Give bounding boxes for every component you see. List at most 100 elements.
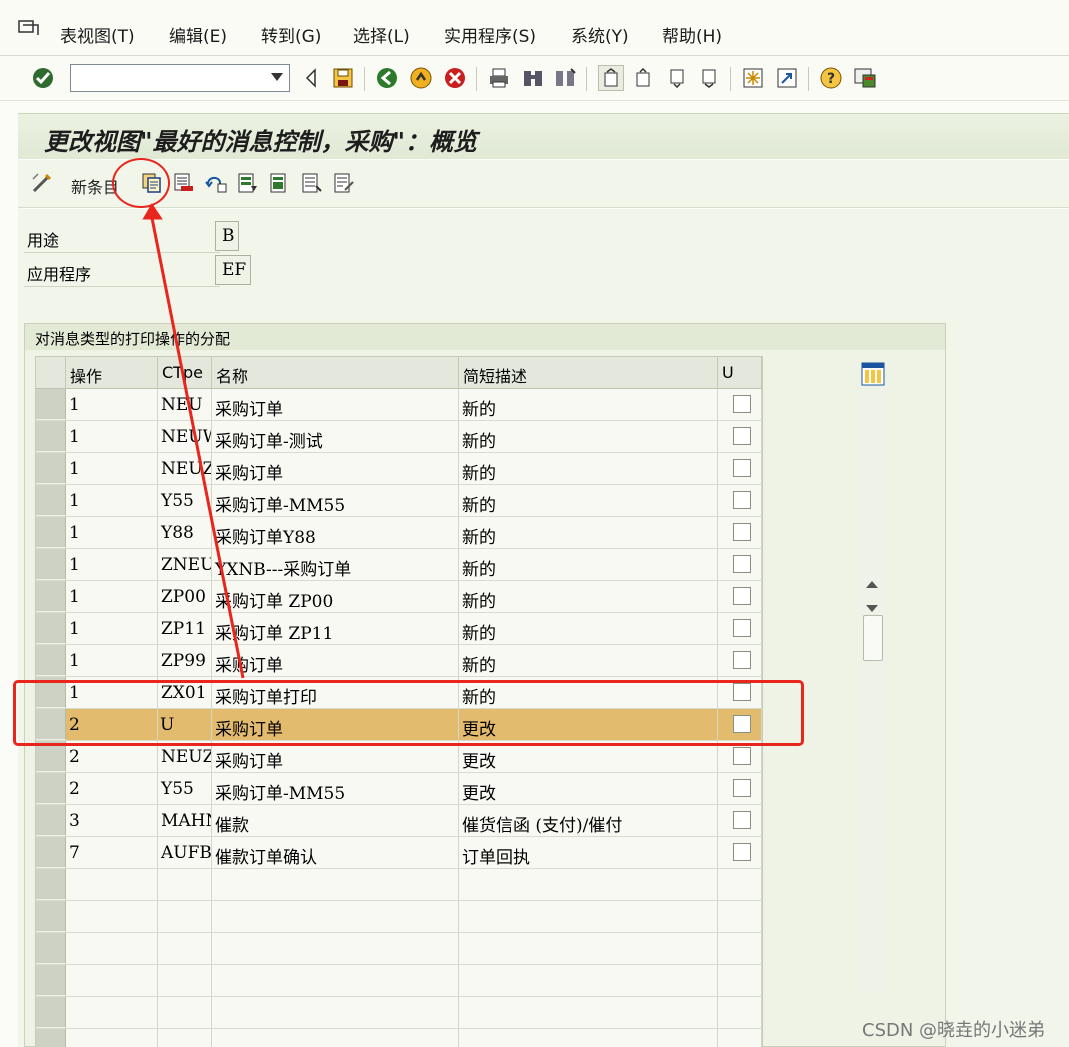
table-scrollbar[interactable]	[860, 381, 886, 991]
u-checkbox[interactable]	[733, 555, 751, 573]
u-checkbox[interactable]	[733, 459, 751, 477]
cell-ctype[interactable]	[158, 901, 212, 933]
print-field-icon[interactable]	[332, 171, 356, 195]
cell-operation[interactable]: 1	[66, 453, 158, 485]
cell-ctype[interactable]: ZP99	[158, 645, 212, 677]
cell-operation[interactable]	[66, 869, 158, 901]
cell-description[interactable]: 催货信函 (支付)/催付	[459, 805, 718, 837]
row-selector[interactable]	[36, 901, 66, 932]
u-checkbox[interactable]	[733, 779, 751, 797]
create-session-icon[interactable]	[740, 65, 766, 91]
row-selector[interactable]	[36, 997, 66, 1028]
row-selector[interactable]	[36, 805, 66, 836]
cell-ctype[interactable]: Y55	[158, 485, 212, 517]
table-row[interactable]: 1 Y88 采购订单Y88 新的	[36, 517, 762, 549]
cell-name[interactable]: 采购订单-测试	[212, 421, 459, 453]
enter-check-icon[interactable]	[30, 65, 56, 91]
select-all-header[interactable]	[36, 357, 66, 389]
menu-selection[interactable]: 选择(L)	[353, 22, 410, 47]
cell-operation[interactable]: 1	[66, 485, 158, 517]
scroll-down-icon[interactable]	[866, 605, 878, 612]
cell-ctype[interactable]	[158, 1029, 212, 1047]
cell-ctype[interactable]: NEUW	[158, 421, 212, 453]
row-selector[interactable]	[36, 773, 66, 804]
cell-ctype[interactable]: AUFB	[158, 837, 212, 869]
cell-name[interactable]	[212, 933, 459, 965]
row-selector[interactable]	[36, 965, 66, 996]
scroll-thumb[interactable]	[863, 615, 883, 661]
table-row[interactable]: 1 ZP11 采购订单 ZP11 新的	[36, 613, 762, 645]
command-input[interactable]	[71, 65, 261, 91]
cell-operation[interactable]: 3	[66, 805, 158, 837]
row-selector[interactable]	[36, 869, 66, 900]
row-selector[interactable]	[36, 549, 66, 580]
cell-name[interactable]: 采购订单-MM55	[212, 773, 459, 805]
select-block-icon[interactable]	[268, 171, 292, 195]
system-menu-icon[interactable]	[18, 20, 40, 38]
row-selector[interactable]	[36, 389, 66, 420]
menu-edit[interactable]: 编辑(E)	[169, 22, 227, 47]
row-selector[interactable]	[36, 837, 66, 868]
cell-operation[interactable]: 1	[66, 549, 158, 581]
row-selector[interactable]	[36, 1029, 66, 1047]
col-header-operation[interactable]: 操作	[66, 357, 158, 389]
table-row[interactable]	[36, 933, 762, 965]
cell-name[interactable]: 催款	[212, 805, 459, 837]
cell-description[interactable]: 更改	[459, 773, 718, 805]
cell-operation[interactable]	[66, 1029, 158, 1047]
cell-ctype[interactable]: ZNEU	[158, 549, 212, 581]
u-checkbox[interactable]	[733, 427, 751, 445]
cell-name[interactable]	[212, 1029, 459, 1047]
cell-description[interactable]: 新的	[459, 581, 718, 613]
col-header-description[interactable]: 简短描述	[459, 357, 718, 389]
cell-ctype[interactable]	[158, 997, 212, 1029]
table-row[interactable]: 1 ZP00 采购订单 ZP00 新的	[36, 581, 762, 613]
cell-description[interactable]: 新的	[459, 421, 718, 453]
cell-operation[interactable]: 1	[66, 421, 158, 453]
cell-operation[interactable]: 1	[66, 645, 158, 677]
row-selector[interactable]	[36, 485, 66, 516]
u-checkbox[interactable]	[733, 523, 751, 541]
cell-name[interactable]: 催款订单确认	[212, 837, 459, 869]
u-checkbox[interactable]	[733, 587, 751, 605]
u-checkbox[interactable]	[733, 651, 751, 669]
cell-operation[interactable]: 1	[66, 613, 158, 645]
table-row[interactable]: 7 AUFB 催款订单确认 订单回执	[36, 837, 762, 869]
col-header-ctype[interactable]: CTpe	[158, 357, 212, 389]
collapse-arrow-icon[interactable]	[298, 65, 324, 91]
menu-table-view[interactable]: 表视图(T)	[60, 22, 135, 47]
scroll-up-icon[interactable]	[866, 581, 878, 588]
cell-description[interactable]	[459, 869, 718, 901]
u-checkbox[interactable]	[733, 619, 751, 637]
find-next-icon[interactable]	[552, 65, 578, 91]
col-header-u[interactable]: U	[718, 357, 762, 389]
deselect-all-icon[interactable]	[300, 171, 324, 195]
exit-icon[interactable]	[408, 65, 434, 91]
cell-operation[interactable]: 1	[66, 389, 158, 421]
cell-description[interactable]: 新的	[459, 485, 718, 517]
cell-operation[interactable]: 7	[66, 837, 158, 869]
print-icon[interactable]	[486, 65, 512, 91]
cell-description[interactable]	[459, 901, 718, 933]
row-selector[interactable]	[36, 581, 66, 612]
help-icon[interactable]: ?	[818, 65, 844, 91]
cell-ctype[interactable]: Y88	[158, 517, 212, 549]
cell-ctype[interactable]: ZP00	[158, 581, 212, 613]
cell-name[interactable]: 采购订单 ZP11	[212, 613, 459, 645]
table-row[interactable]: 1NEUW采购订单-测试新的	[36, 421, 762, 453]
cell-operation[interactable]	[66, 901, 158, 933]
change-display-icon[interactable]	[30, 171, 54, 195]
cell-operation[interactable]	[66, 965, 158, 997]
first-page-icon[interactable]	[598, 65, 624, 91]
cell-description[interactable]	[459, 965, 718, 997]
row-selector[interactable]	[36, 933, 66, 964]
cell-name[interactable]: YXNB---采购订单	[212, 549, 459, 581]
table-row[interactable]: 2 Y55 采购订单-MM55 更改	[36, 773, 762, 805]
cell-name[interactable]	[212, 869, 459, 901]
table-row[interactable]: 1 NEU 采购订单 新的	[36, 389, 762, 421]
table-settings-icon[interactable]	[861, 362, 885, 386]
cell-ctype[interactable]: NEU	[158, 389, 212, 421]
cell-name[interactable]	[212, 965, 459, 997]
cell-name[interactable]: 采购订单	[212, 645, 459, 677]
menu-system[interactable]: 系统(Y)	[571, 22, 629, 47]
